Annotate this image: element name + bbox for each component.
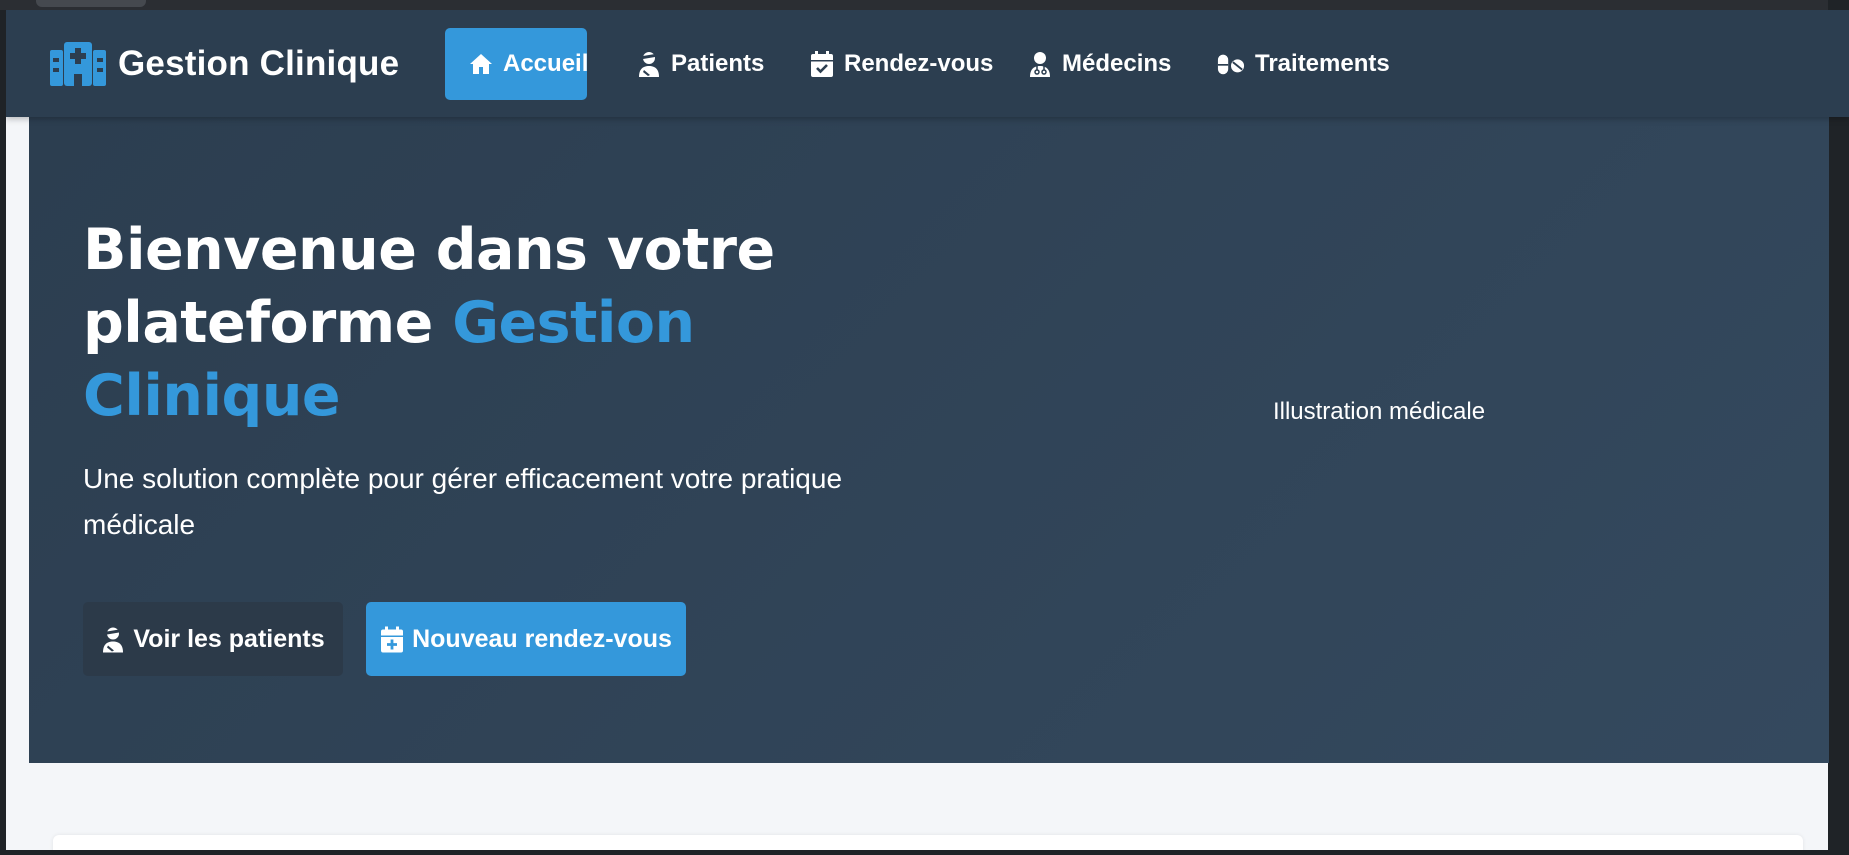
new-appointment-button[interactable]: Nouveau rendez-vous	[366, 602, 686, 676]
illustration-alt-text: Illustration médicale	[1272, 398, 1486, 425]
nav-item-label: Patients	[671, 50, 765, 77]
calendar-plus-icon	[381, 626, 404, 652]
calendar-check-icon	[811, 51, 833, 77]
view-patients-button[interactable]: Voir les patients	[83, 602, 343, 676]
button-label: Nouveau rendez-vous	[412, 624, 672, 653]
hero-subtitle: Une solution complète pour gérer efficac…	[83, 463, 843, 540]
nav-item-label: Accueil	[503, 50, 589, 77]
navbar: Gestion Clinique Accueil Patients Rendez…	[6, 10, 1849, 117]
browser-tab[interactable]	[36, 0, 146, 7]
nav-item-accueil[interactable]: Accueil	[445, 28, 589, 100]
nav-item-traitements[interactable]: Traitements	[1193, 28, 1414, 100]
nav-item-medecins[interactable]: Médecins	[1004, 28, 1195, 100]
nav-item-rendez-vous[interactable]: Rendez-vous	[786, 28, 1017, 100]
button-label: Voir les patients	[133, 624, 325, 653]
browser-chrome-strip	[0, 0, 1849, 10]
window-edge	[1828, 0, 1849, 855]
user-injured-icon	[103, 627, 124, 652]
hero-section: Bienvenue dans votre plateforme Gestion …	[29, 112, 1829, 763]
content-card	[53, 835, 1803, 850]
user-doctor-icon	[1030, 52, 1050, 77]
nav-item-label: Médecins	[1062, 50, 1172, 77]
home-icon	[470, 54, 492, 74]
pills-icon	[1217, 54, 1245, 75]
page-viewport: Gestion Clinique Accueil Patients Rendez…	[6, 10, 1849, 850]
hero-title: Bienvenue dans votre plateforme Gestion …	[83, 214, 883, 433]
nav-item-label: Rendez-vous	[844, 50, 994, 77]
nav-item-label: Traitements	[1255, 50, 1390, 77]
medical-illustration: Illustration médicale	[1029, 312, 1729, 512]
nav-menu: Accueil Patients Rendez-vous Médecins Tr…	[6, 10, 1849, 117]
user-injured-icon	[639, 52, 659, 77]
nav-item-patients[interactable]: Patients	[613, 28, 788, 100]
